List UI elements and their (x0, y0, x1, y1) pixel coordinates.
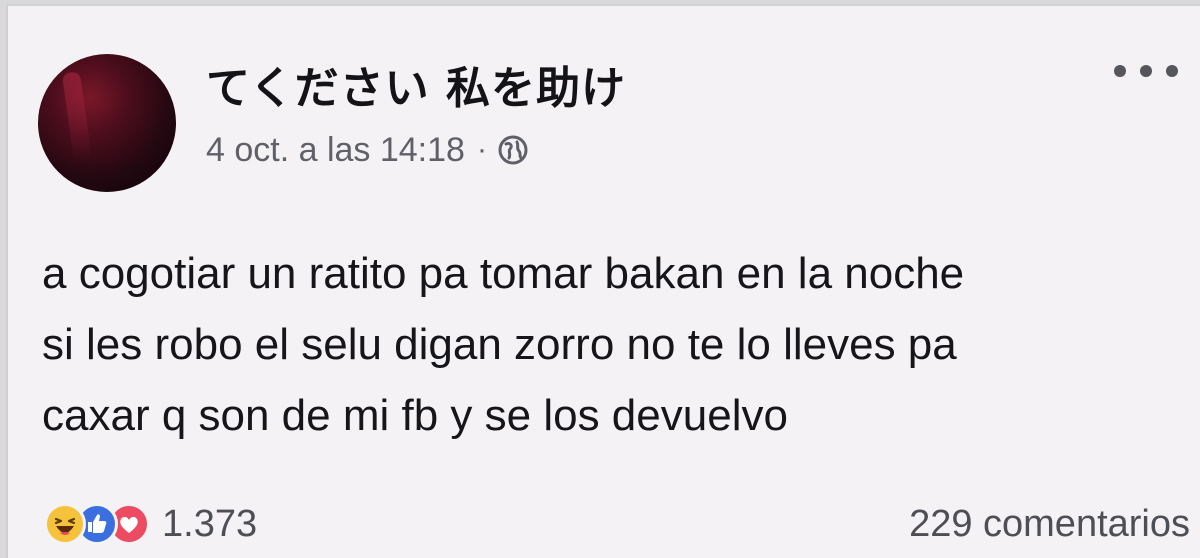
post-timestamp[interactable]: 4 oct. a las 14:18 (206, 131, 465, 170)
post-card: てください 私を助け 4 oct. a las 14:18 · a cogoti… (6, 4, 1200, 558)
author-name[interactable]: てください 私を助け (206, 52, 626, 116)
more-dot (1114, 65, 1126, 77)
post-body-line: si les robo el selu digan zorro no te lo… (42, 320, 957, 369)
reaction-count[interactable]: 1.373 (162, 503, 257, 546)
more-dot (1166, 65, 1178, 77)
more-dot (1140, 65, 1152, 77)
post-meta: 4 oct. a las 14:18 · (206, 130, 529, 170)
reaction-icons[interactable] (44, 503, 150, 545)
post-body-line: caxar q son de mi fb y se los devuelvo (42, 391, 788, 440)
avatar[interactable] (38, 54, 176, 192)
post-body: a cogotiar un ratito pa tomar bakan en l… (42, 238, 1192, 451)
meta-separator: · (476, 133, 487, 166)
reactions-summary: 1.373 (44, 502, 257, 546)
haha-icon (44, 503, 86, 545)
more-options-icon[interactable] (1114, 56, 1178, 86)
globe-icon[interactable] (497, 134, 529, 166)
post-body-line: a cogotiar un ratito pa tomar bakan en l… (42, 249, 965, 298)
comments-count[interactable]: 229 comentarios (909, 502, 1190, 546)
